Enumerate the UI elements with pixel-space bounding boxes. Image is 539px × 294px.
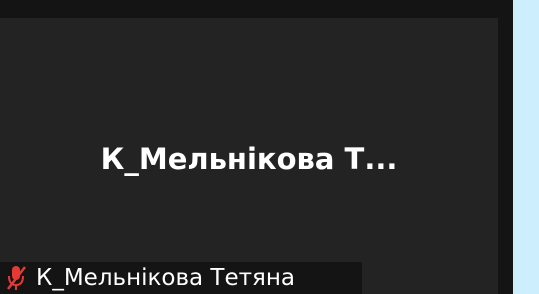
participant-name-text: К_Мельнікова Тетяна xyxy=(36,265,295,291)
tile-gutter xyxy=(498,0,513,294)
video-stage: К_Мельнікова Т... К_Мельнікова Тетяна xyxy=(0,0,539,294)
participant-display-name: К_Мельнікова Т... xyxy=(100,142,398,176)
muted-mic-icon xyxy=(6,264,28,292)
top-strip xyxy=(0,0,513,18)
participant-name-label: К_Мельнікова Тетяна xyxy=(0,262,362,294)
